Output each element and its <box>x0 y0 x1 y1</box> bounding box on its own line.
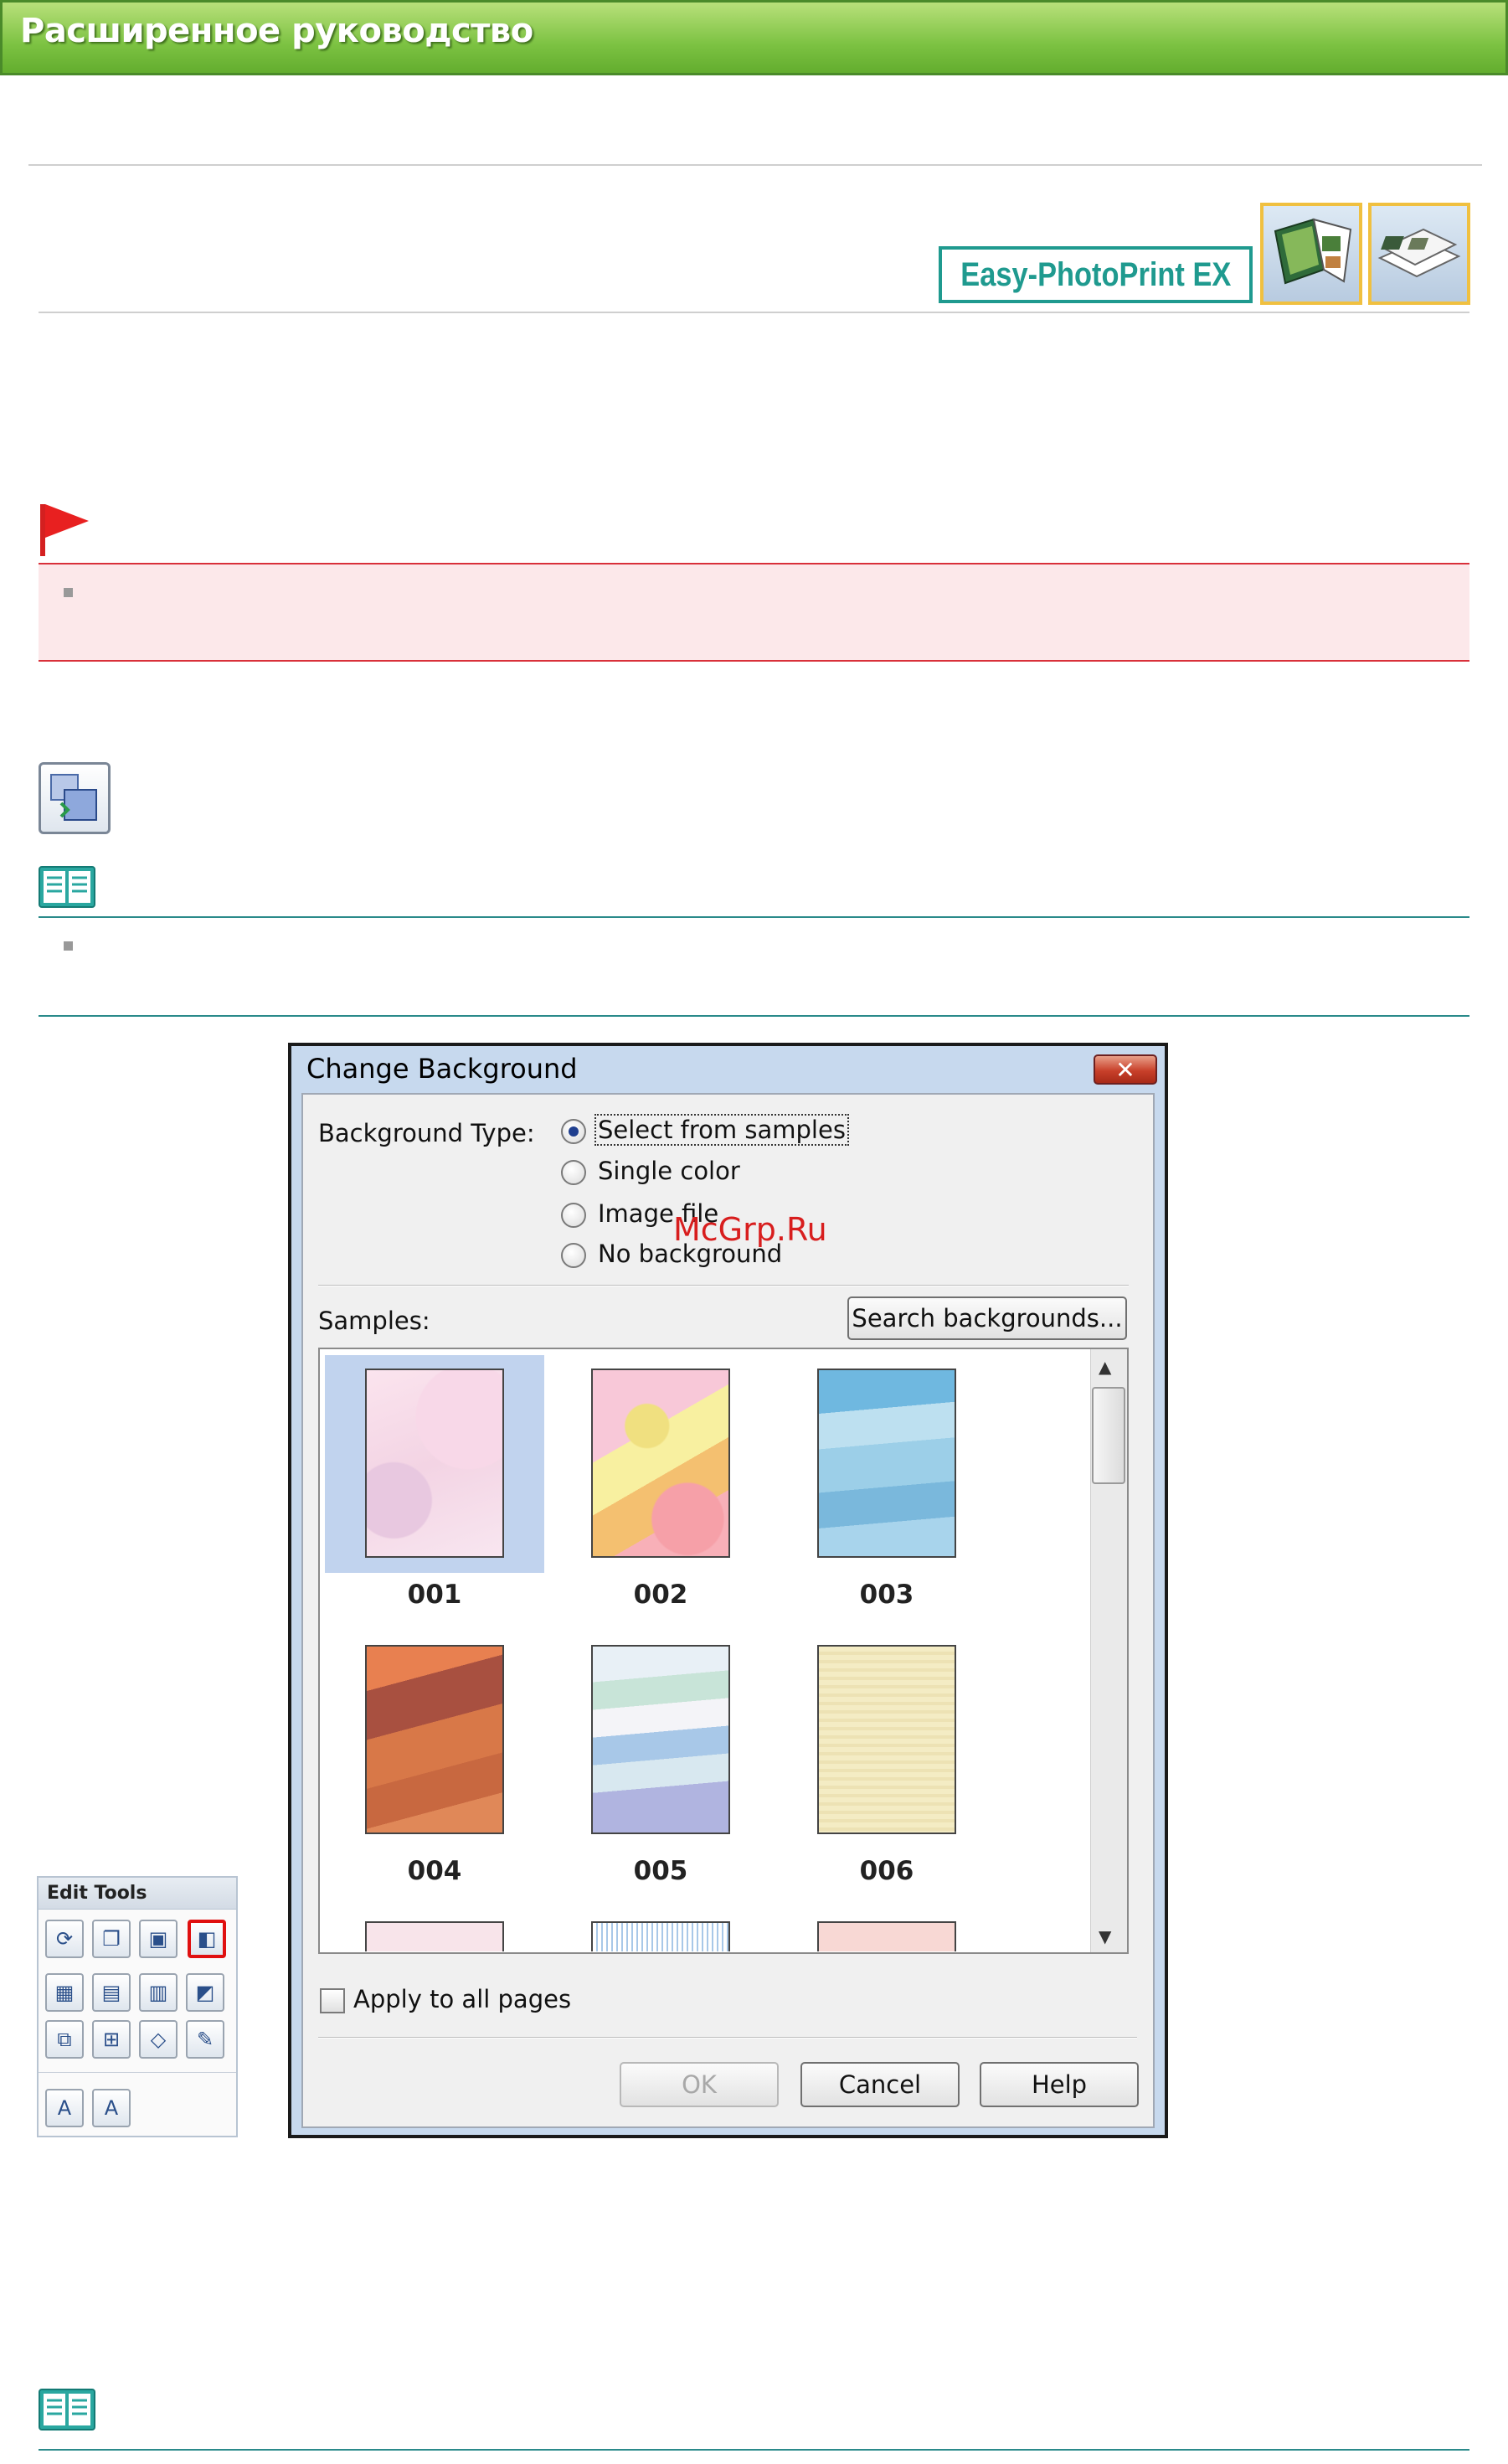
change-background-tool-icon <box>39 762 111 834</box>
close-button[interactable]: ✕ <box>1094 1054 1157 1085</box>
background-type-label: Background Type: <box>318 1119 535 1147</box>
close-icon: ✕ <box>1115 1055 1135 1084</box>
buttons-separator <box>318 2037 1137 2039</box>
layout-print-icon <box>1368 203 1470 305</box>
sample-label-005: 005 <box>633 1856 688 1886</box>
layout-tool-icon[interactable]: ▥ <box>139 1973 178 2012</box>
photo-tool-icon[interactable]: ◩ <box>186 1973 224 2012</box>
sample-thumbnail-005[interactable] <box>591 1645 730 1834</box>
scroll-up-icon[interactable]: ▲ <box>1099 1357 1111 1377</box>
sample-thumbnail-partial[interactable] <box>365 1921 504 1951</box>
sample-thumbnail-006[interactable] <box>817 1645 956 1834</box>
apply-all-label[interactable]: Apply to all pages <box>353 1985 571 2013</box>
crop-tool-icon[interactable]: ⧉ <box>45 2020 84 2059</box>
options-separator <box>318 1285 1129 1286</box>
top-divider <box>28 164 1482 166</box>
red-flag-icon <box>39 503 90 561</box>
bottom-note-line <box>39 2449 1469 2451</box>
edit-tools-header: Edit Tools <box>39 1878 236 1910</box>
scroll-thumb[interactable] <box>1092 1387 1125 1484</box>
copy-tool-icon[interactable]: ❐ <box>92 1920 131 1958</box>
sample-thumbnail-004[interactable] <box>365 1645 504 1834</box>
ok-button[interactable]: OK <box>620 2062 779 2107</box>
sample-thumbnail-002[interactable] <box>591 1369 730 1558</box>
important-box <box>39 563 1469 662</box>
filter-tool-icon[interactable]: ▤ <box>92 1973 131 2012</box>
radio-image-file[interactable] <box>561 1203 586 1228</box>
samples-label: Samples: <box>318 1307 430 1335</box>
image-tool-icon[interactable]: ▦ <box>45 1973 84 2012</box>
sample-thumbnail-partial[interactable] <box>591 1921 730 1951</box>
sample-label-006: 006 <box>859 1856 914 1886</box>
shape-tool-icon[interactable]: ◇ <box>139 2020 178 2059</box>
product-divider <box>39 312 1469 313</box>
sample-label-002: 002 <box>633 1580 688 1610</box>
radio-no-background[interactable] <box>561 1243 586 1268</box>
rotate-tool-icon[interactable]: ⟳ <box>45 1920 84 1958</box>
sample-thumbnail-001[interactable] <box>365 1369 504 1558</box>
apply-all-checkbox[interactable] <box>320 1988 345 2013</box>
help-button[interactable]: Help <box>980 2062 1139 2107</box>
sample-label-001: 001 <box>407 1580 462 1610</box>
important-bullet <box>64 588 73 597</box>
radio-single-color[interactable] <box>561 1160 586 1185</box>
sample-label-004: 004 <box>407 1856 462 1886</box>
note-book-icon <box>39 2389 95 2434</box>
sample-thumbnail-partial[interactable] <box>817 1921 956 1951</box>
edit-tools-panel: Edit Tools ⟳ ❐ ▣ ◧ ▦ ▤ ▥ ◩ ⧉ ⊞ ◇ ✎ A A <box>37 1876 238 2137</box>
text-tool-icon[interactable]: A <box>45 2089 84 2127</box>
album-icon <box>1260 203 1362 305</box>
search-backgrounds-button[interactable]: Search backgrounds... <box>847 1296 1127 1340</box>
cancel-button[interactable]: Cancel <box>800 2062 960 2107</box>
vertical-text-tool-icon[interactable]: A <box>92 2089 131 2127</box>
edit-tools-divider <box>39 2072 236 2073</box>
radio-select-from-samples[interactable] <box>561 1119 586 1144</box>
radio-label-single-color[interactable]: Single color <box>598 1157 740 1185</box>
note-bullet <box>64 941 73 951</box>
sample-label-003: 003 <box>859 1580 914 1610</box>
frame-tool-icon[interactable]: ▣ <box>139 1920 178 1958</box>
product-badge-label: Easy-PhotoPrint EX <box>960 255 1232 293</box>
grid-tool-icon[interactable]: ⊞ <box>92 2020 131 2059</box>
sample-thumbnail-003[interactable] <box>817 1369 956 1558</box>
page-title: Расширенное руководство <box>20 12 533 50</box>
edit-tools-title: Edit Tools <box>47 1883 147 1904</box>
dialog-title: Change Background <box>306 1053 578 1085</box>
note-book-icon <box>39 866 95 911</box>
scroll-down-icon[interactable]: ▼ <box>1099 1926 1111 1946</box>
note-bottom-line <box>39 1015 1469 1017</box>
watermark: McGrp.Ru <box>673 1211 827 1248</box>
product-badge: Easy-PhotoPrint EX <box>939 246 1253 303</box>
change-background-tool-icon[interactable]: ◧ <box>188 1920 226 1958</box>
radio-label-select-from-samples[interactable]: Select from samples <box>594 1114 849 1146</box>
note-top-line <box>39 916 1469 918</box>
sticker-tool-icon[interactable]: ✎ <box>186 2020 224 2059</box>
